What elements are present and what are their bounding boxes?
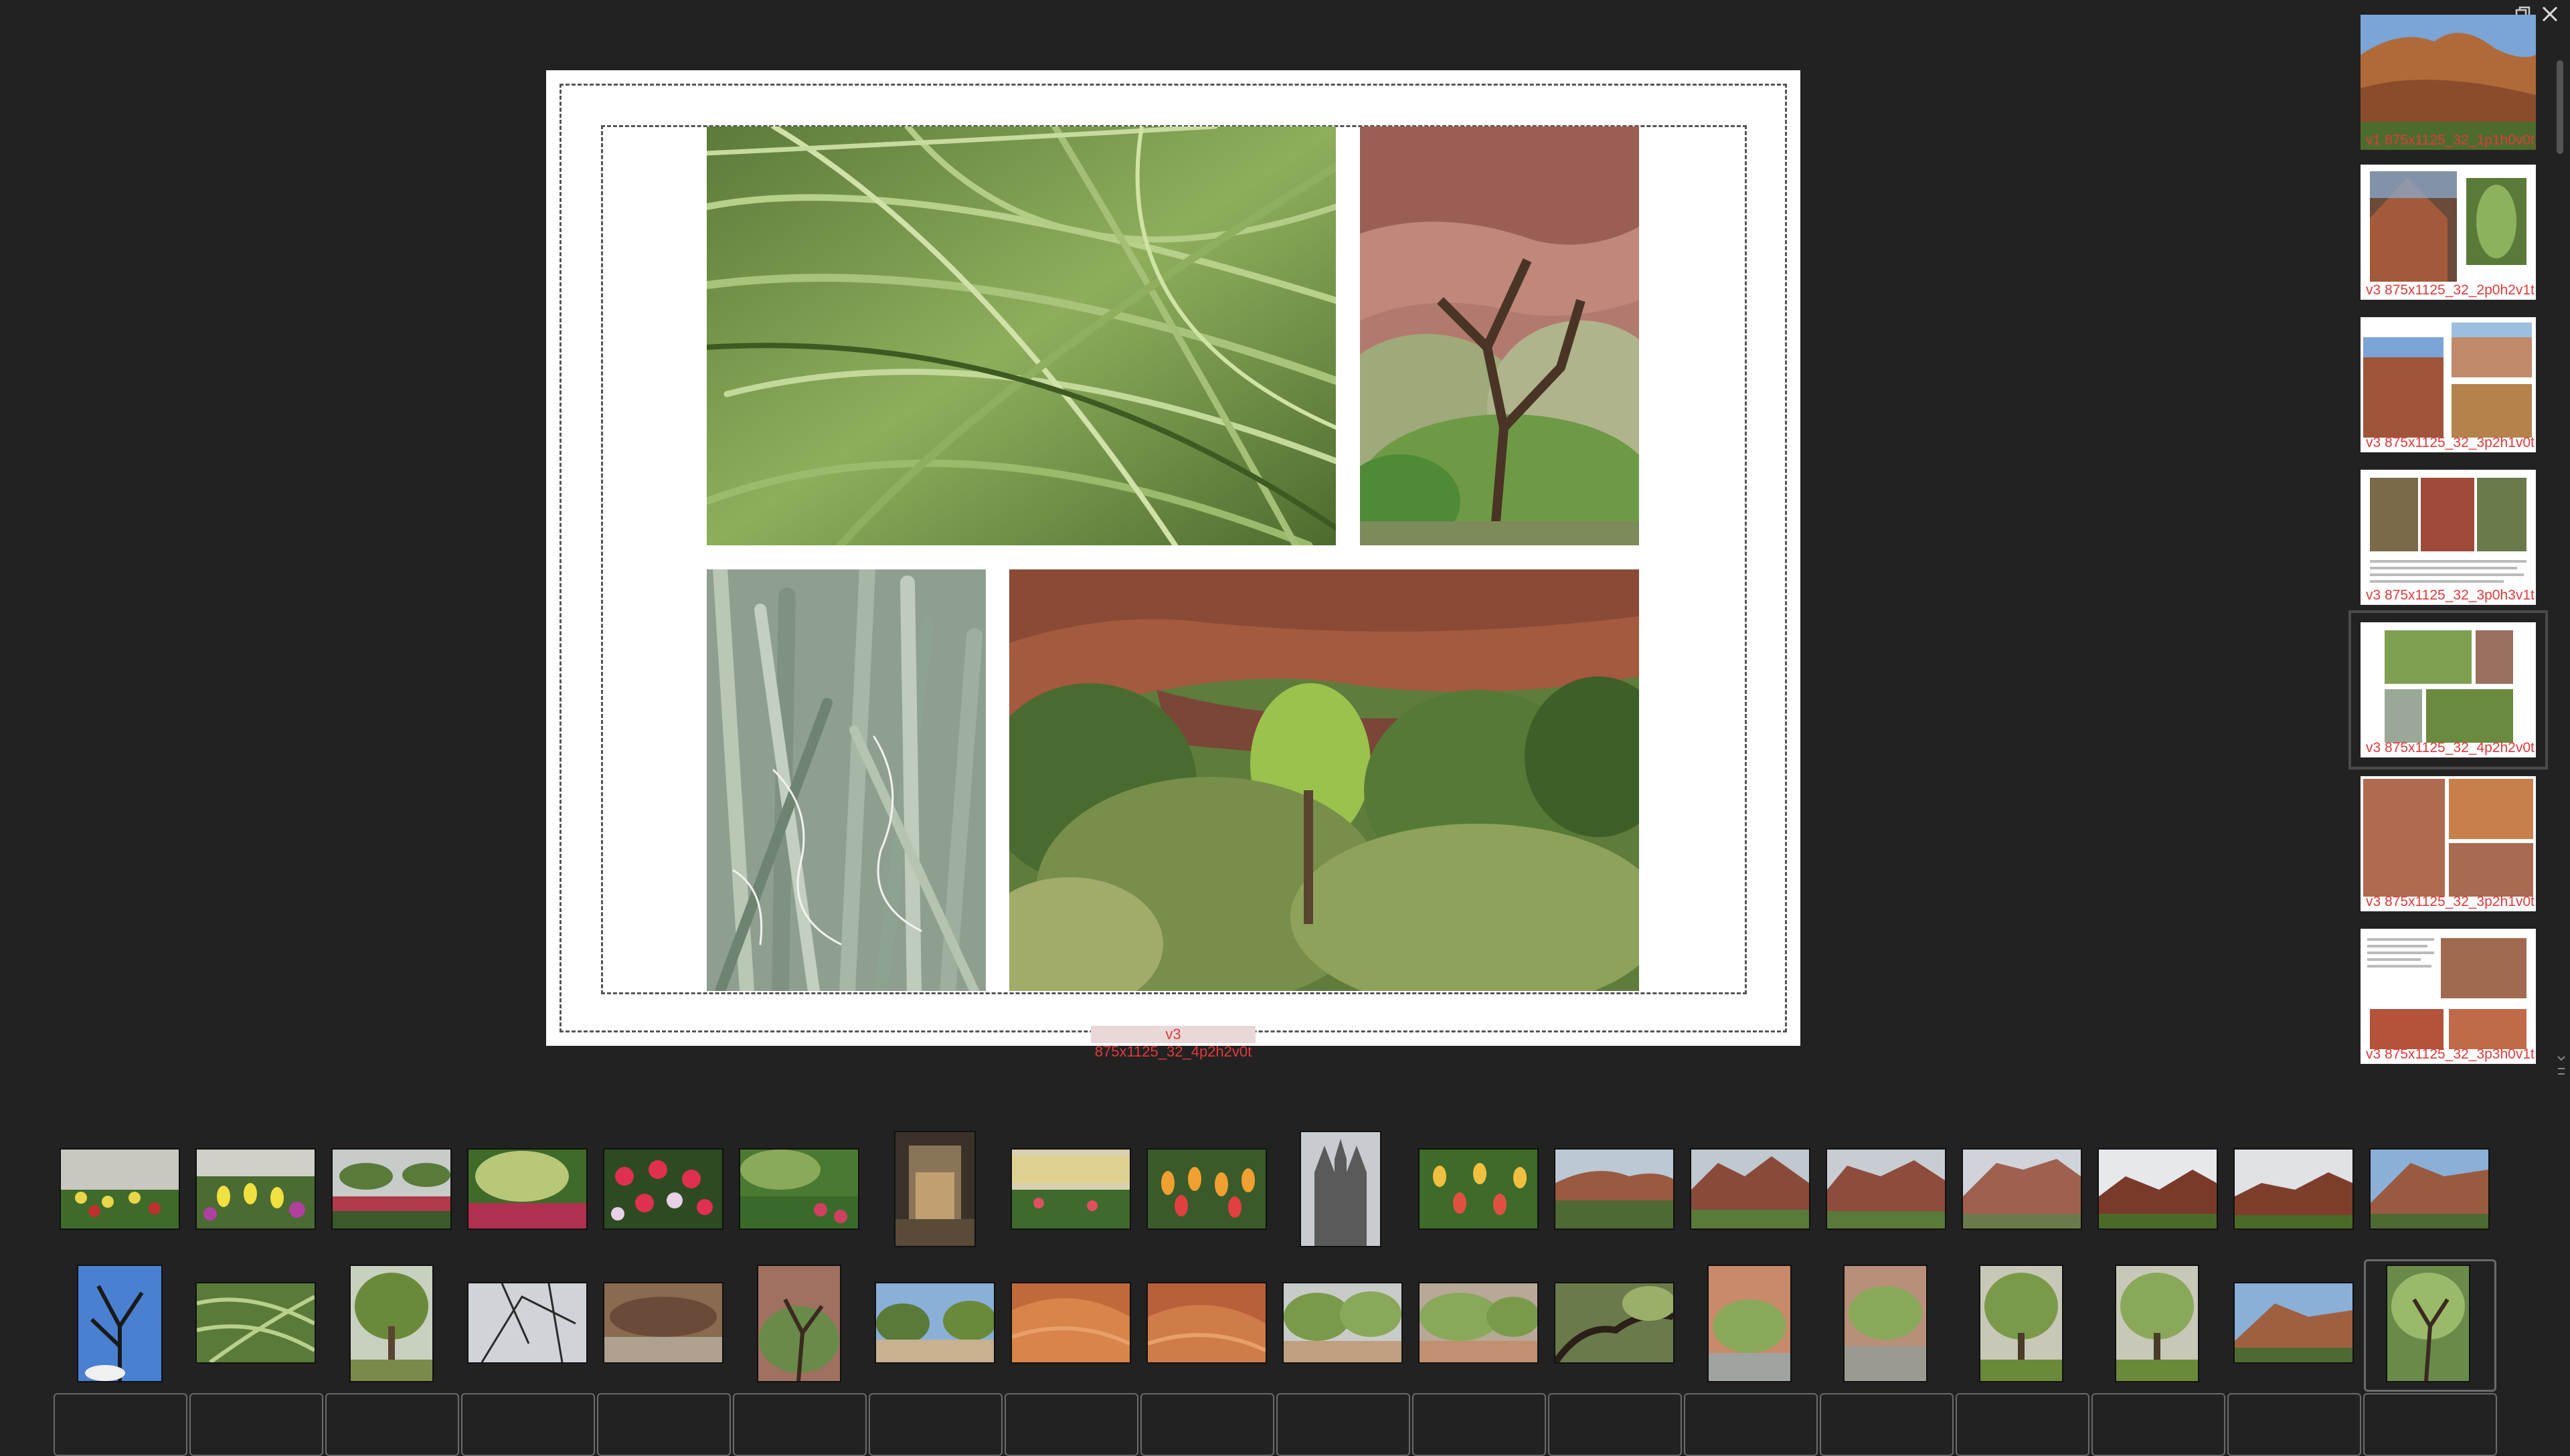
empty-photo-slot[interactable] xyxy=(461,1393,595,1456)
page-preview[interactable]: v3 875x1125_32_4p2h2v0t xyxy=(546,70,1800,1060)
empty-photo-slot[interactable] xyxy=(1548,1393,1682,1456)
scroll-down-icon[interactable] xyxy=(2557,1054,2566,1084)
empty-photo-slot[interactable] xyxy=(1820,1393,1954,1456)
photo-thumbnail[interactable] xyxy=(2235,1283,2352,1362)
photo-canyon-forest[interactable] xyxy=(1009,569,1639,991)
page-thumbnail-caption: v3 875x1125_32_3p0h3v1t xyxy=(2366,587,2535,603)
photo-thumbnail[interactable] xyxy=(1555,1283,1673,1362)
photo-thumbnail[interactable] xyxy=(758,1266,840,1381)
scrollbar-thumb[interactable] xyxy=(2557,60,2563,154)
page-thumbnail[interactable]: v3 875x1125_32_3p2h1v0t xyxy=(2361,776,2536,911)
photo-thumbnail[interactable] xyxy=(1284,1283,1401,1362)
page-caption: v3 875x1125_32_4p2h2v0t xyxy=(1091,1026,1256,1060)
page-thumbnail[interactable]: v3 875x1125_32_2p0h2v1t xyxy=(2361,165,2536,300)
empty-photo-slot[interactable] xyxy=(1276,1393,1410,1456)
page-thumbnail-selected[interactable]: v3 875x1125_32_4p2h2v0t xyxy=(2348,610,2548,769)
page-list-scrollbar[interactable] xyxy=(2557,54,2563,1064)
empty-photo-slot[interactable] xyxy=(1684,1393,1818,1456)
page-thumbnail-caption: v1 875x1125_32_1p1h0v0t_fr xyxy=(2366,132,2536,148)
page-thumbnail-caption: v3 875x1125_32_4p2h2v0t xyxy=(2366,740,2535,755)
photo-thumbnail[interactable] xyxy=(604,1150,722,1228)
close-icon[interactable] xyxy=(2540,4,2560,24)
photo-thumbnail[interactable] xyxy=(1845,1266,1926,1381)
photo-thumbnail[interactable] xyxy=(1980,1266,2062,1381)
photo-thumbnail[interactable] xyxy=(1301,1132,1380,1246)
photo-yucca[interactable] xyxy=(707,569,986,991)
photo-thumbnail[interactable] xyxy=(1148,1283,1266,1362)
photo-thumbnail[interactable] xyxy=(1709,1266,1790,1381)
photo-grass[interactable] xyxy=(707,126,1336,545)
photo-thumbnail[interactable] xyxy=(1148,1150,1266,1228)
page-thumbnail[interactable]: v3 875x1125_32_3p3h0v1t xyxy=(2361,929,2536,1064)
photo-thumbnail[interactable] xyxy=(61,1150,179,1228)
photo-thumbnail[interactable] xyxy=(740,1150,858,1228)
photo-thumbnail[interactable] xyxy=(333,1150,450,1228)
photo-thumbnail[interactable] xyxy=(1691,1150,1809,1228)
empty-photo-slot[interactable] xyxy=(869,1393,1003,1456)
empty-photo-slot[interactable] xyxy=(1412,1393,1546,1456)
empty-photo-slot[interactable] xyxy=(1956,1393,2089,1456)
page-thumbnail[interactable]: v1 875x1125_32_1p1h0v0t_fr xyxy=(2361,15,2536,150)
empty-photo-slot[interactable] xyxy=(54,1393,187,1456)
photo-thumbnail[interactable] xyxy=(2235,1150,2352,1228)
photo-tree-cliff[interactable] xyxy=(1360,126,1639,545)
photo-thumbnail[interactable] xyxy=(1420,1150,1537,1228)
page-thumbnail-caption: v3 875x1125_32_3p2h1v0t xyxy=(2366,435,2535,450)
photo-thumbnail[interactable] xyxy=(2371,1150,2488,1228)
photo-thumbnail[interactable] xyxy=(1012,1283,1130,1362)
photo-thumbnail[interactable] xyxy=(1827,1150,1945,1228)
empty-photo-slot[interactable] xyxy=(325,1393,459,1456)
empty-photo-slot[interactable] xyxy=(597,1393,731,1456)
photo-thumbnail[interactable] xyxy=(876,1283,994,1362)
page-thumbnail-caption: v3 875x1125_32_3p3h0v1t xyxy=(2366,1046,2535,1062)
photo-thumbnail[interactable] xyxy=(1012,1150,1130,1228)
photo-thumbnail[interactable] xyxy=(468,1150,586,1228)
empty-photo-slot[interactable] xyxy=(1005,1393,1138,1456)
photo-thumbnail[interactable] xyxy=(1555,1150,1673,1228)
photo-thumbnail[interactable] xyxy=(2116,1266,2198,1381)
page-thumbnail[interactable]: v3 875x1125_32_3p2h1v0t xyxy=(2361,317,2536,452)
photo-thumbnail[interactable] xyxy=(197,1283,315,1362)
photo-thumbnail[interactable] xyxy=(2099,1150,2217,1228)
photo-thumbnail[interactable] xyxy=(2387,1266,2469,1381)
empty-photo-slot[interactable] xyxy=(1140,1393,1274,1456)
photo-thumbnail[interactable] xyxy=(604,1283,722,1362)
photo-thumbnail[interactable] xyxy=(197,1150,315,1228)
photo-thumbnail[interactable] xyxy=(351,1266,432,1381)
photo-thumbnail[interactable] xyxy=(78,1266,161,1381)
empty-photo-slot[interactable] xyxy=(733,1393,867,1456)
empty-photo-slot[interactable] xyxy=(189,1393,323,1456)
empty-photo-slot[interactable] xyxy=(2227,1393,2361,1456)
photo-thumbnail[interactable] xyxy=(468,1283,586,1362)
photo-thumbnail[interactable] xyxy=(1963,1150,2081,1228)
page-thumbnail[interactable]: v3 875x1125_32_3p0h3v1t xyxy=(2361,470,2536,605)
page-thumbnail-caption: v3 875x1125_32_2p0h2v1t xyxy=(2366,282,2535,298)
empty-photo-slot[interactable] xyxy=(2091,1393,2225,1456)
page-thumbnail-caption: v3 875x1125_32_3p2h1v0t xyxy=(2366,894,2535,909)
empty-photo-slot[interactable] xyxy=(2363,1393,2497,1456)
photo-thumbnail[interactable] xyxy=(895,1132,974,1246)
photo-thumbnail[interactable] xyxy=(1420,1283,1537,1362)
